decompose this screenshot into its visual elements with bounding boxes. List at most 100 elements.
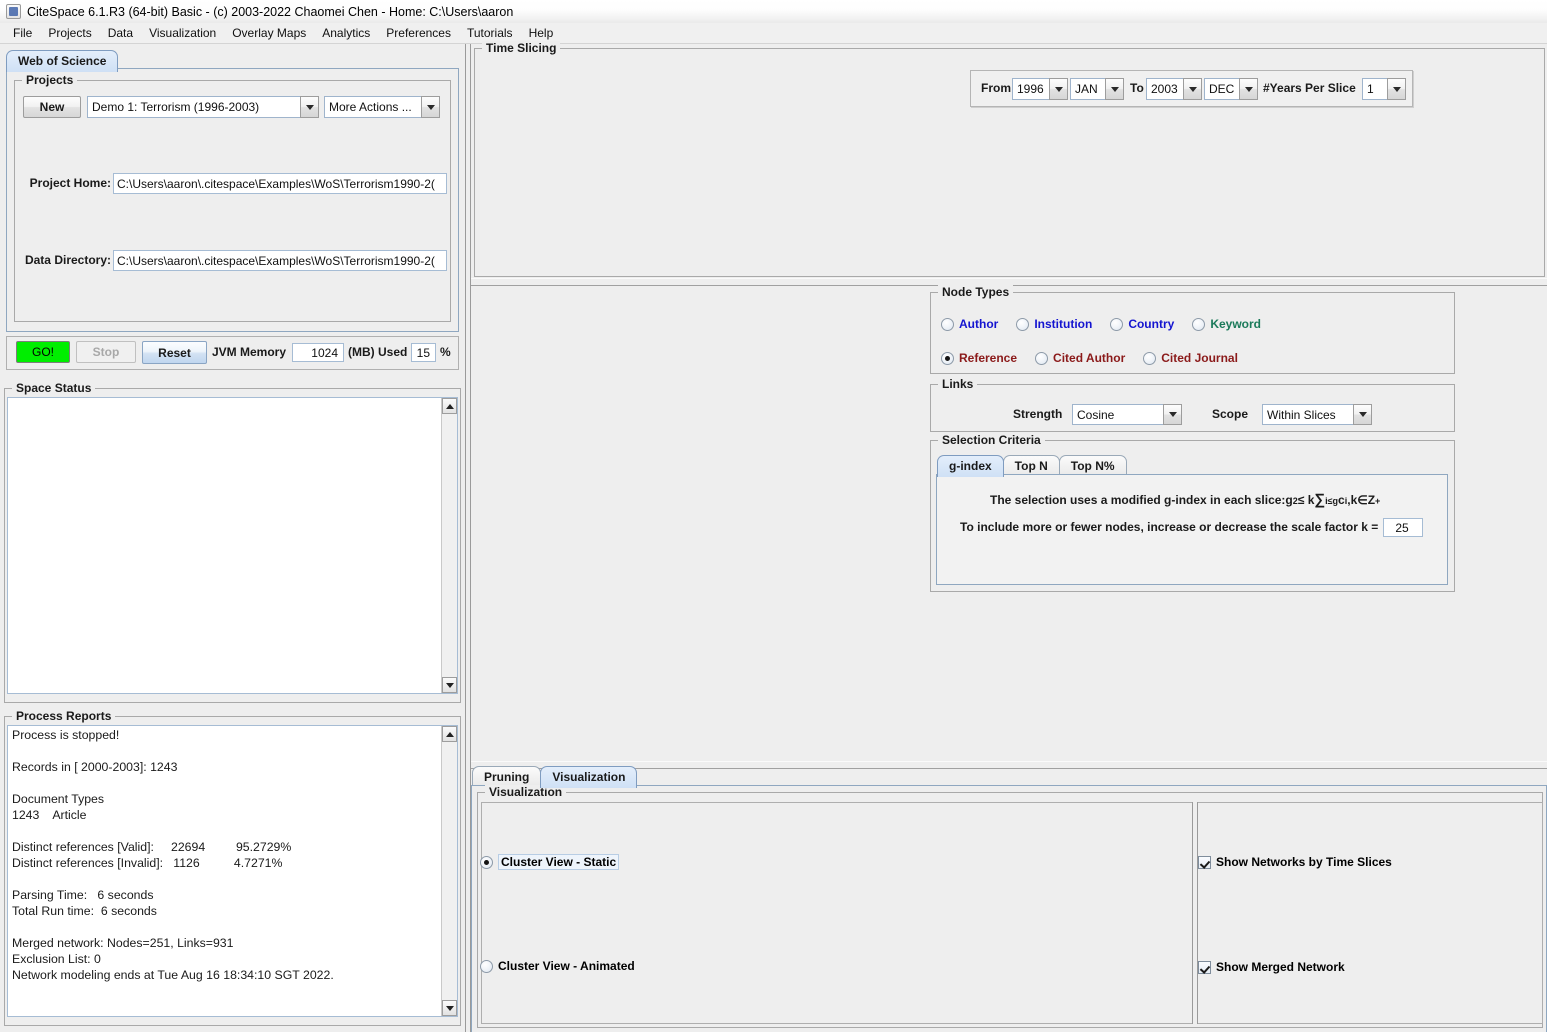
chevron-down-icon[interactable] (1239, 78, 1258, 100)
radio-node-type-keyword[interactable]: Keyword (1192, 317, 1261, 331)
show-merged-network-label: Show Merged Network (1216, 960, 1345, 974)
formula-relation: ≤ k (1297, 493, 1315, 507)
radio-icon[interactable] (1016, 317, 1030, 331)
radio-node-type-cited-journal[interactable]: Cited Journal (1143, 351, 1238, 365)
scroll-down-icon[interactable] (442, 677, 457, 693)
radio-node-type-author[interactable]: Author (941, 317, 998, 331)
jvm-memory-label: JVM Memory (212, 345, 287, 359)
radio-icon[interactable] (941, 317, 954, 331)
more-actions-value: More Actions ... (324, 96, 421, 118)
chevron-down-icon[interactable] (1105, 78, 1124, 100)
menu-data[interactable]: Data (100, 24, 141, 42)
years-per-slice-label: #Years Per Slice (1263, 81, 1356, 95)
scroll-down-icon[interactable] (442, 1000, 457, 1016)
scroll-up-icon[interactable] (442, 398, 457, 414)
radio-node-type-country[interactable]: Country (1110, 317, 1174, 331)
radio-cluster-view-animated[interactable]: Cluster View - Animated (480, 959, 635, 973)
process-reports-textarea[interactable]: Process is stopped! Records in [ 2000-20… (7, 725, 458, 1017)
tab-g-index[interactable]: g-index (937, 455, 1004, 477)
scope-value: Within Slices (1262, 404, 1353, 425)
radio-icon[interactable] (941, 351, 954, 365)
menu-overlay-maps[interactable]: Overlay Maps (224, 24, 314, 42)
new-project-button[interactable]: New (23, 96, 81, 118)
menu-analytics[interactable]: Analytics (314, 24, 378, 42)
visualization-left-pane (481, 802, 1192, 1024)
reset-button[interactable]: Reset (142, 341, 207, 364)
time-slicing-group-title: Time Slicing (482, 41, 561, 55)
years-per-slice-combo[interactable]: 1 (1362, 78, 1406, 100)
node-types-row-1: Author Institution Country Keyword (941, 317, 1261, 331)
chevron-down-icon[interactable] (1387, 78, 1406, 100)
chevron-down-icon[interactable] (1353, 404, 1372, 425)
node-type-institution-label: Institution (1034, 317, 1093, 331)
more-actions-combo[interactable]: More Actions ... (324, 96, 440, 118)
project-home-input[interactable]: C:\Users\aaron\.citespace\Examples\WoS\T… (113, 173, 447, 194)
chevron-down-icon[interactable] (300, 96, 319, 118)
project-select-value: Demo 1: Terrorism (1996-2003) (87, 96, 300, 118)
menu-tutorials[interactable]: Tutorials (459, 24, 521, 42)
radio-icon[interactable] (1192, 317, 1206, 331)
strength-combo[interactable]: Cosine (1072, 404, 1182, 425)
process-reports-scrollbar[interactable] (441, 726, 457, 1016)
percent-symbol: % (440, 345, 451, 359)
node-type-author-label: Author (959, 317, 999, 331)
radio-node-type-cited-author[interactable]: Cited Author (1035, 351, 1125, 365)
checkbox-icon[interactable] (1198, 960, 1211, 974)
radio-node-type-institution[interactable]: Institution (1016, 317, 1092, 331)
node-type-reference-label: Reference (959, 351, 1018, 365)
to-year-combo[interactable]: 2003 (1146, 78, 1202, 100)
tab-web-of-science[interactable]: Web of Science (6, 50, 119, 72)
radio-icon[interactable] (480, 959, 493, 973)
radio-icon[interactable] (1143, 351, 1157, 365)
memory-used-percent-input[interactable]: 15 (411, 343, 436, 362)
source-tabs: Web of Science (6, 50, 119, 72)
radio-node-type-reference[interactable]: Reference (941, 351, 1017, 365)
from-month-combo[interactable]: JAN (1070, 78, 1124, 100)
radio-icon[interactable] (1110, 317, 1124, 331)
from-year-combo[interactable]: 1996 (1012, 78, 1068, 100)
radio-icon[interactable] (480, 855, 493, 869)
space-status-textarea[interactable] (7, 397, 458, 694)
scale-factor-input[interactable]: 25 (1383, 518, 1423, 537)
go-button[interactable]: GO! (16, 341, 70, 363)
jvm-memory-input[interactable]: 1024 (292, 343, 344, 362)
to-label: To (1130, 81, 1144, 95)
formula-sigma-subscript: i≤g (1325, 496, 1339, 506)
node-types-group-title: Node Types (938, 285, 1014, 299)
menu-projects[interactable]: Projects (40, 24, 99, 42)
chevron-down-icon[interactable] (1183, 78, 1202, 100)
checkbox-show-merged-network[interactable]: Show Merged Network (1198, 960, 1345, 974)
to-month-combo[interactable]: DEC (1204, 78, 1258, 100)
data-directory-input[interactable]: C:\Users\aaron\.citespace\Examples\WoS\T… (113, 250, 447, 271)
formula-sigma: ∑ (1314, 491, 1326, 508)
menu-file[interactable]: File (5, 24, 40, 42)
radio-icon[interactable] (1035, 351, 1049, 365)
menubar: File Projects Data Visualization Overlay… (0, 23, 1547, 44)
g-index-formula-line: The selection uses a modified g-index in… (990, 491, 1380, 508)
formula-c: c (1338, 493, 1345, 507)
window-titlebar: CiteSpace 6.1.R3 (64-bit) Basic - (c) 20… (0, 0, 1547, 23)
strength-label: Strength (1013, 407, 1063, 421)
node-type-cited-author-label: Cited Author (1053, 351, 1126, 365)
visualization-right-pane (1198, 802, 1543, 1024)
checkbox-show-networks-by-time-slices[interactable]: Show Networks by Time Slices (1198, 855, 1392, 869)
scroll-up-icon[interactable] (442, 726, 457, 742)
menu-visualization[interactable]: Visualization (141, 24, 224, 42)
cluster-view-animated-label: Cluster View - Animated (498, 959, 635, 973)
to-year-value: 2003 (1146, 78, 1183, 100)
node-type-country-label: Country (1128, 317, 1175, 331)
project-select-combo[interactable]: Demo 1: Terrorism (1996-2003) (87, 96, 319, 118)
checkbox-icon[interactable] (1198, 855, 1211, 869)
radio-cluster-view-static[interactable]: Cluster View - Static (480, 854, 620, 870)
space-status-scrollbar[interactable] (441, 398, 457, 693)
chevron-down-icon[interactable] (1049, 78, 1068, 100)
window-title: CiteSpace 6.1.R3 (64-bit) Basic - (c) 20… (27, 4, 514, 19)
chevron-down-icon[interactable] (1163, 404, 1182, 425)
menu-help[interactable]: Help (521, 24, 562, 42)
scope-combo[interactable]: Within Slices (1262, 404, 1372, 425)
menu-preferences[interactable]: Preferences (378, 24, 459, 42)
projects-group-title: Projects (22, 73, 78, 87)
to-month-value: DEC (1204, 78, 1239, 100)
tab-visualization[interactable]: Visualization (540, 766, 638, 788)
chevron-down-icon[interactable] (421, 96, 440, 118)
